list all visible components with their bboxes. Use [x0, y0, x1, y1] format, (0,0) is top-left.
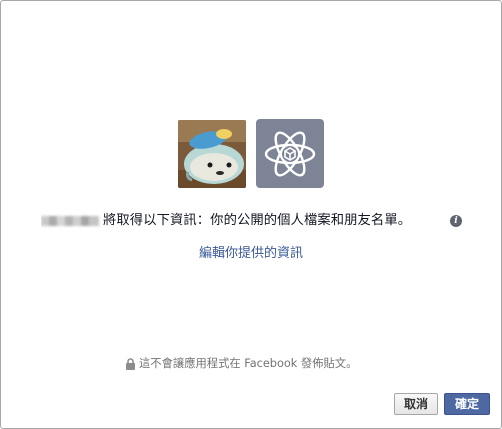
permission-dialog: 將取得以下資訊：你的公開的個人檔案和朋友名單。 i 編輯你提供的資訊 這不會讓應…: [0, 0, 502, 429]
blurred-app-name: [41, 214, 101, 228]
edit-info-link[interactable]: 編輯你提供的資訊: [1, 245, 501, 263]
user-avatar: [178, 120, 246, 188]
atom-cube-icon: [256, 119, 324, 188]
permission-statement: 將取得以下資訊：你的公開的個人檔案和朋友名單。 i: [41, 211, 463, 231]
avatar-row: [178, 119, 328, 189]
lock-icon: [125, 358, 136, 370]
permission-text: 將取得以下資訊：你的公開的個人檔案和朋友名單。: [103, 213, 412, 228]
privacy-note-text: 這不會讓應用程式在 Facebook 發佈貼文。: [139, 357, 358, 370]
cancel-button[interactable]: 取消: [394, 393, 438, 415]
confirm-button[interactable]: 確定: [444, 393, 490, 415]
info-icon[interactable]: i: [450, 215, 462, 227]
